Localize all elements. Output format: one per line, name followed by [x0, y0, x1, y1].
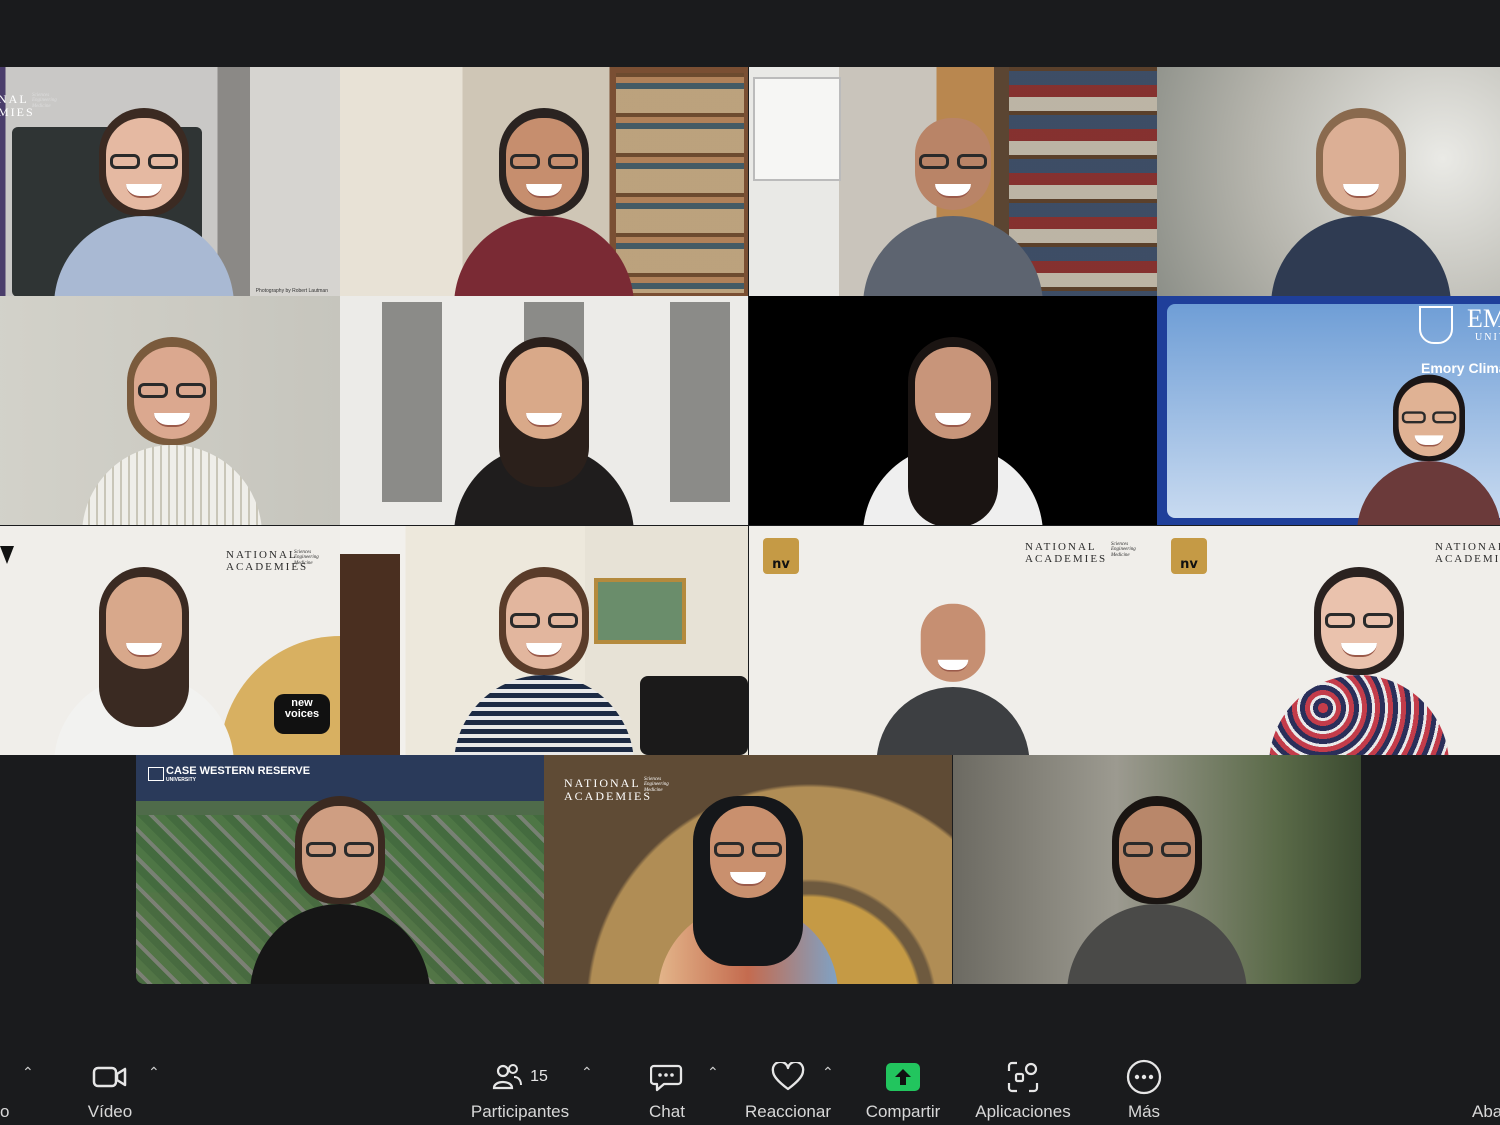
video-tile-11[interactable]: nv NATIONAL ACADEMIES Sciences Engineeri…: [749, 526, 1157, 755]
whiteboard: [753, 77, 841, 181]
react-label: Reaccionar: [745, 1102, 831, 1121]
video-button[interactable]: Vídeo: [70, 1052, 150, 1125]
emory-univ-text: UNIV: [1475, 332, 1500, 343]
share-arrow-icon: [858, 1052, 948, 1102]
participant: [648, 784, 848, 984]
participant: [853, 325, 1053, 525]
nv-logo: nv: [1171, 538, 1207, 574]
video-tile-7[interactable]: [749, 296, 1157, 525]
participants-count: 15: [530, 1068, 548, 1085]
video-camera-icon: [70, 1052, 150, 1102]
case-western-text: CASE WESTERN RESERVE: [166, 765, 311, 777]
participant: [1349, 365, 1500, 525]
react-button[interactable]: Reaccionar: [738, 1052, 838, 1125]
meeting-top-bar: [0, 0, 1500, 66]
leather-couch: [640, 676, 748, 755]
participant: [1057, 784, 1257, 984]
nv-logo: nv: [763, 538, 799, 574]
participant: [444, 96, 644, 296]
video-tile-15[interactable]: [953, 755, 1361, 984]
photo-credit: Photography by Robert Lautman: [255, 288, 328, 294]
audio-control-partial[interactable]: o: [0, 1052, 20, 1125]
audio-options-chevron-up-icon[interactable]: ⌃: [22, 1064, 34, 1081]
acoustic-panel: [670, 302, 730, 502]
chat-button[interactable]: Chat: [632, 1052, 702, 1125]
participant: [853, 96, 1053, 296]
share-label: Compartir: [865, 1102, 941, 1121]
more-ellipsis-icon: [1108, 1052, 1180, 1102]
chat-label: Chat: [649, 1102, 685, 1121]
react-options-chevron-up-icon[interactable]: ⌃: [822, 1064, 834, 1081]
new-voices-badge: new voices: [274, 694, 330, 734]
video-tile-2-active-speaker[interactable]: [340, 67, 748, 296]
apps-icon: [968, 1052, 1078, 1102]
participant: [44, 555, 244, 755]
participant: [240, 784, 440, 984]
nas-subtitle: Sciences Engineering Medicine: [294, 550, 319, 566]
apps-button[interactable]: Aplicaciones: [968, 1052, 1078, 1125]
participant: [44, 96, 244, 296]
participant: [444, 325, 644, 525]
participant: [72, 325, 272, 525]
participants-label: Participantes: [470, 1102, 570, 1121]
case-western-subtitle: UNIVERSITY: [166, 777, 197, 783]
more-button[interactable]: Más: [1108, 1052, 1180, 1125]
video-tile-1[interactable]: NAL MIES Sciences Engineering Medicine P…: [0, 67, 340, 296]
participants-button[interactable]: 15 Participantes: [460, 1052, 580, 1125]
video-tile-6[interactable]: [340, 296, 748, 525]
chat-bubble-icon: [632, 1052, 702, 1102]
emory-shield-icon: [1419, 306, 1453, 344]
participant: [444, 555, 644, 755]
national-academies-logo: NATIONAL ACADEMIES: [1025, 541, 1108, 565]
participant: [868, 585, 1038, 755]
video-tile-13[interactable]: CASE WESTERN RESERVE UNIVERSITY: [136, 755, 544, 984]
video-tile-4[interactable]: [1157, 67, 1500, 296]
nas-subtitle: Sciences Engineering Medicine: [1111, 542, 1136, 558]
emory-wordmark: EM: [1467, 304, 1500, 333]
video-options-chevron-up-icon[interactable]: ⌃: [148, 1064, 160, 1081]
participants-options-chevron-up-icon[interactable]: ⌃: [581, 1064, 593, 1081]
share-screen-button[interactable]: Compartir: [858, 1052, 948, 1125]
video-tile-3[interactable]: [749, 67, 1157, 296]
apps-label: Aplicaciones: [975, 1102, 1071, 1121]
video-label: Vídeo: [87, 1102, 133, 1121]
national-academies-logo: NATIONAL ACADEMIES: [564, 776, 653, 803]
participants-icon: 15: [460, 1052, 580, 1102]
participant: [1261, 96, 1461, 296]
leave-button-partial[interactable]: Aba: [1472, 1052, 1500, 1125]
video-tile-14[interactable]: NATIONAL ACADEMIES Sciences Engineering …: [544, 755, 952, 984]
participant: [1259, 555, 1459, 755]
cwru-logo-icon: [148, 767, 164, 781]
video-tile-8[interactable]: EM UNIV Emory Clima: [1157, 296, 1500, 525]
national-academies-logo: NAL MIES: [0, 92, 35, 119]
fireplace: [340, 554, 400, 755]
acoustic-panel: [382, 302, 442, 502]
video-tile-10[interactable]: [340, 526, 748, 755]
video-tile-9[interactable]: NATIONAL ACADEMIES Sciences Engineering …: [0, 526, 340, 755]
chat-options-chevron-up-icon[interactable]: ⌃: [707, 1064, 719, 1081]
video-tile-5[interactable]: [0, 296, 340, 525]
video-tile-12[interactable]: nv NATIONAL ACADEMIES: [1157, 526, 1500, 755]
more-label: Más: [1127, 1102, 1161, 1121]
